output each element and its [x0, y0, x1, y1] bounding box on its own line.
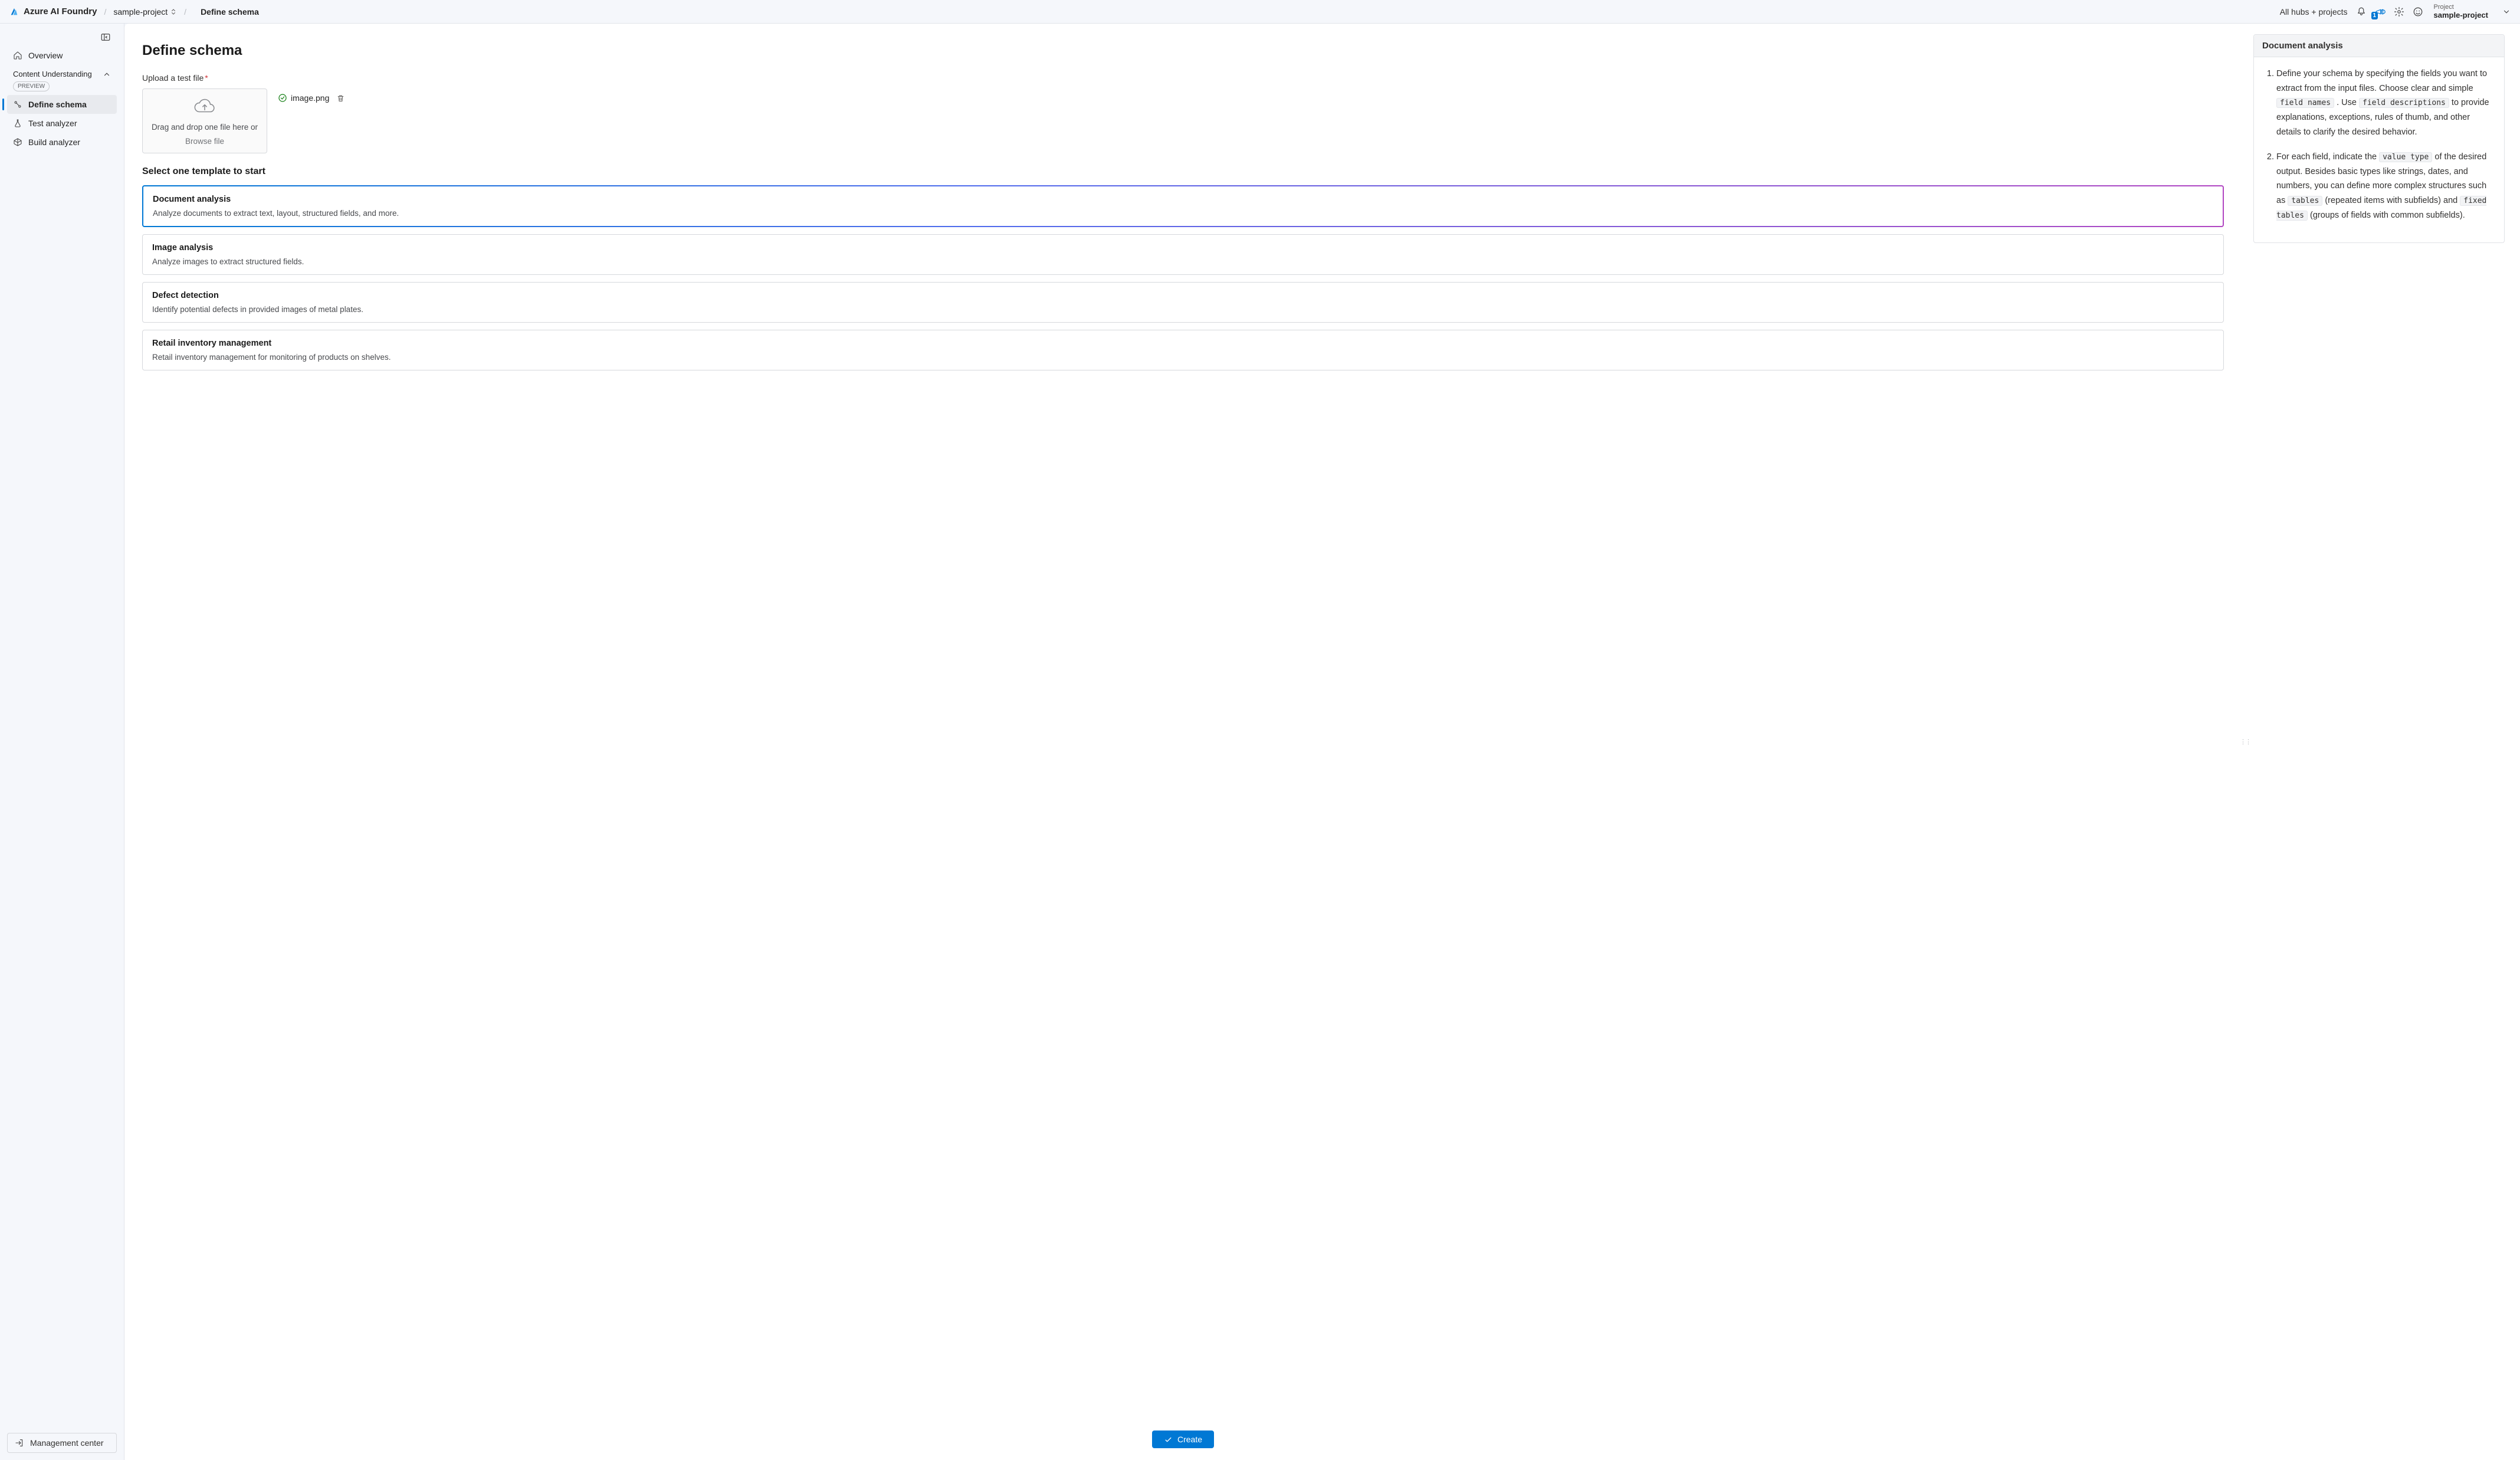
project-selector[interactable]: Project sample-project	[2434, 4, 2511, 19]
breadcrumb-sep-2: /	[184, 7, 186, 17]
exit-icon	[15, 1438, 24, 1448]
breadcrumb-project-label: sample-project	[113, 7, 168, 17]
sidebar-group-content-understanding[interactable]: Content Understanding	[7, 65, 117, 79]
topbar-icons: 1	[2356, 6, 2423, 17]
template-title: Retail inventory management	[152, 339, 2214, 348]
template-desc: Analyze documents to extract text, layou…	[153, 209, 2213, 218]
chevron-up-icon	[103, 70, 111, 78]
sidebar-item-label: Test analyzer	[28, 119, 77, 128]
feedback-icon[interactable]	[2413, 6, 2423, 17]
breadcrumb-sep: /	[104, 7, 106, 17]
cloud-upload-icon	[193, 97, 216, 115]
template-desc: Retail inventory management for monitori…	[152, 353, 2214, 362]
check-icon	[1164, 1435, 1173, 1444]
create-button-label: Create	[1177, 1435, 1202, 1444]
template-desc: Analyze images to extract structured fie…	[152, 257, 2214, 266]
check-circle-icon	[278, 93, 287, 103]
page-title: Define schema	[142, 42, 2224, 59]
templates-heading: Select one template to start	[142, 166, 2224, 177]
required-star: *	[205, 73, 208, 83]
template-card[interactable]: Defect detection Identify potential defec…	[142, 282, 2224, 323]
code-tables: tables	[2288, 196, 2322, 206]
breadcrumb-current: Define schema	[201, 7, 259, 17]
gear-icon[interactable]	[2394, 6, 2404, 17]
create-button[interactable]: Create	[1152, 1431, 1214, 1448]
dropzone-browse: Browse file	[149, 137, 261, 146]
preview-badge: PREVIEW	[13, 81, 50, 91]
template-title: Image analysis	[152, 243, 2214, 252]
azure-logo-icon	[9, 7, 19, 17]
instruction-item-2: For each field, indicate the value type …	[2276, 150, 2493, 222]
template-card[interactable]: Document analysis Analyze documents to ex…	[142, 185, 2224, 227]
template-title: Document analysis	[153, 195, 2213, 204]
template-desc: Identify potential defects in provided i…	[152, 305, 2214, 314]
announcements-icon[interactable]: 1	[2375, 6, 2386, 17]
bell-icon[interactable]	[2356, 6, 2367, 17]
uploaded-file-name: image.png	[291, 93, 329, 103]
template-card[interactable]: Image analysis Analyze images to extract …	[142, 234, 2224, 275]
split-handle[interactable]: ⋮⋮	[2242, 24, 2249, 1460]
right-panel: Document analysis Define your schema by …	[2249, 24, 2520, 1460]
chevron-updown-icon	[170, 8, 177, 15]
sidebar-item-define-schema[interactable]: Define schema	[7, 95, 117, 114]
project-selector-label: Project	[2434, 4, 2488, 11]
management-center-label: Management center	[30, 1438, 104, 1448]
template-card[interactable]: Retail inventory management Retail invent…	[142, 330, 2224, 370]
dropzone-line1: Drag and drop one file here or	[149, 122, 261, 133]
brand-home[interactable]: Azure AI Foundry	[9, 6, 97, 17]
main-area: Define schema Upload a test file* Drag a…	[124, 24, 2520, 1460]
schema-icon	[13, 100, 22, 109]
delete-file-button[interactable]	[336, 94, 345, 103]
sidebar: Overview Content Understanding PREVIEW D…	[0, 24, 124, 1460]
breadcrumb-project[interactable]: sample-project	[113, 7, 177, 17]
right-panel-body: Define your schema by specifying the fie…	[2254, 57, 2504, 242]
all-hubs-link[interactable]: All hubs + projects	[2280, 7, 2348, 17]
project-selector-value: sample-project	[2434, 11, 2488, 19]
center-column: Define schema Upload a test file* Drag a…	[124, 24, 2242, 1460]
box-icon	[13, 137, 22, 147]
sidebar-group-title: Content Understanding	[13, 70, 92, 79]
right-panel-title: Document analysis	[2254, 35, 2504, 57]
code-field-descriptions: field descriptions	[2359, 98, 2449, 108]
sidebar-item-label: Overview	[28, 51, 63, 60]
top-bar: Azure AI Foundry / sample-project / Defi…	[0, 0, 2520, 24]
announcements-badge: 1	[2371, 12, 2378, 19]
sidebar-item-label: Define schema	[28, 100, 87, 109]
upload-label-text: Upload a test file	[142, 73, 204, 83]
code-field-names: field names	[2276, 98, 2334, 108]
sidebar-item-label: Build analyzer	[28, 137, 80, 147]
brand-name: Azure AI Foundry	[24, 6, 97, 17]
uploaded-file-chip: image.png	[278, 88, 345, 103]
template-title: Defect detection	[152, 291, 2214, 300]
collapse-sidebar-button[interactable]	[100, 32, 111, 42]
flask-icon	[13, 119, 22, 128]
chevron-down-icon	[2502, 8, 2511, 16]
management-center-button[interactable]: Management center	[7, 1433, 117, 1453]
sidebar-item-build-analyzer[interactable]: Build analyzer	[7, 133, 117, 152]
template-list: Document analysis Analyze documents to ex…	[142, 185, 2224, 370]
sidebar-item-test-analyzer[interactable]: Test analyzer	[7, 114, 117, 133]
home-icon	[13, 51, 22, 60]
code-value-type: value type	[2379, 152, 2432, 162]
upload-label: Upload a test file*	[142, 73, 2224, 83]
instruction-item-1: Define your schema by specifying the fie…	[2276, 67, 2493, 139]
sidebar-item-overview[interactable]: Overview	[7, 46, 117, 65]
file-dropzone[interactable]: Drag and drop one file here or Browse fi…	[142, 88, 267, 153]
